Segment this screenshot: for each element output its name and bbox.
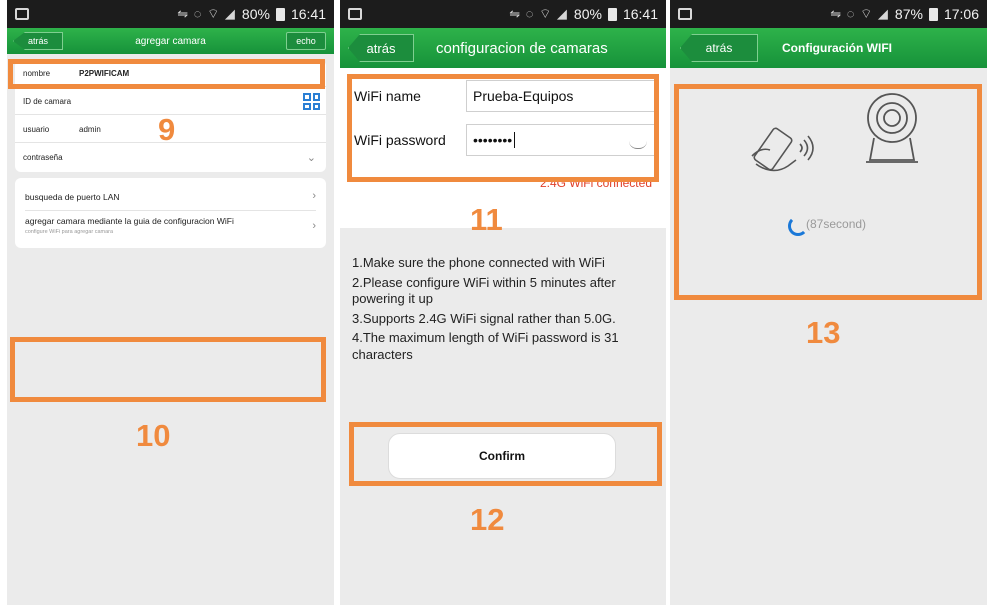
highlight-box-empty-area [10,337,326,402]
lan-search-item[interactable]: busqueda de puerto LAN › [15,190,326,202]
annotation-number: 11 [470,202,503,237]
status-bar: ⇋ ◌ ⌔ ◢ 80% 16:41 [340,0,666,28]
page-title: Configuración WIFI [782,41,892,55]
battery-percent: 87% [894,6,923,22]
highlight-box-wifi-form [347,74,659,182]
chevron-right-icon: › [312,190,316,202]
chevron-down-icon[interactable]: ⌄ [307,151,316,164]
clock: 17:06 [943,6,979,22]
instruction-item: 2.Please configure WiFi within 5 minutes… [352,274,616,307]
status-bar: ⇋ ◌ ⌔ ◢ 87% 17:06 [670,0,987,28]
annotation-number: 13 [806,315,841,350]
camera-id-field[interactable]: ID de camara [15,88,326,115]
instructions: 1.Make sure the phone connected with WiF… [352,255,658,366]
item-label: agregar camara mediante la guia de confi… [25,216,234,226]
screen-add-camera: ⇋ ◌ ⌔ ◢ 80% 16:41 agregar camara atrás e… [7,0,334,605]
app-bar: atrás configuracion de camaras [340,28,666,68]
battery-icon [607,7,617,21]
annotation-number: 10 [136,418,171,453]
battery-percent: 80% [573,6,602,22]
signal-icons: ⇋ ◌ ⌔ ◢ [830,6,889,21]
instruction-item: 4.The maximum length of WiFi password is… [352,330,619,362]
clock: 16:41 [622,6,658,22]
chevron-right-icon: › [312,220,316,232]
annotation-number: 9 [158,112,176,147]
instruction-item: 1.Make sure the phone connected with WiF… [352,255,605,270]
gallery-icon [678,8,692,20]
highlight-box-progress [674,84,982,300]
page-title: configuracion de camaras [436,39,608,57]
instruction-item: 3.Supports 2.4G WiFi signal rather than … [352,310,616,326]
user-value: admin [79,124,101,134]
signal-icons: ⇋ ◌ ⌔ ◢ [177,6,236,21]
battery-icon [275,7,285,21]
item-subtitle: configure WiFi para agregar camara [25,229,114,235]
battery-icon [928,7,938,21]
field-label: usuario [23,124,50,134]
clock: 16:41 [290,6,326,22]
password-field[interactable]: contraseña ⌄ [15,144,326,171]
highlight-box-name-field [8,59,325,89]
back-button[interactable]: atrás [680,34,758,62]
back-button[interactable]: atrás [348,34,414,62]
app-bar: atrás Configuración WIFI [670,28,987,68]
field-label: ID de camara [23,96,72,106]
qr-scan-icon[interactable] [303,93,320,110]
signal-icons: ⇋ ◌ ⌔ ◢ [509,6,568,21]
gallery-icon [348,8,362,20]
wifi-guide-item[interactable]: agregar camara mediante la guia de confi… [15,216,326,235]
field-label: contraseña [23,153,63,162]
setup-options: busqueda de puerto LAN › agregar camara … [15,178,326,248]
item-label: busqueda de puerto LAN [25,192,120,202]
gallery-icon [15,8,29,20]
annotation-number: 12 [470,502,505,537]
status-bar: ⇋ ◌ ⌔ ◢ 80% 16:41 [7,0,334,28]
highlight-box-confirm [349,422,662,486]
done-button[interactable]: echo [286,32,326,50]
app-bar: agregar camara atrás echo [7,28,334,54]
battery-percent: 80% [241,6,270,22]
